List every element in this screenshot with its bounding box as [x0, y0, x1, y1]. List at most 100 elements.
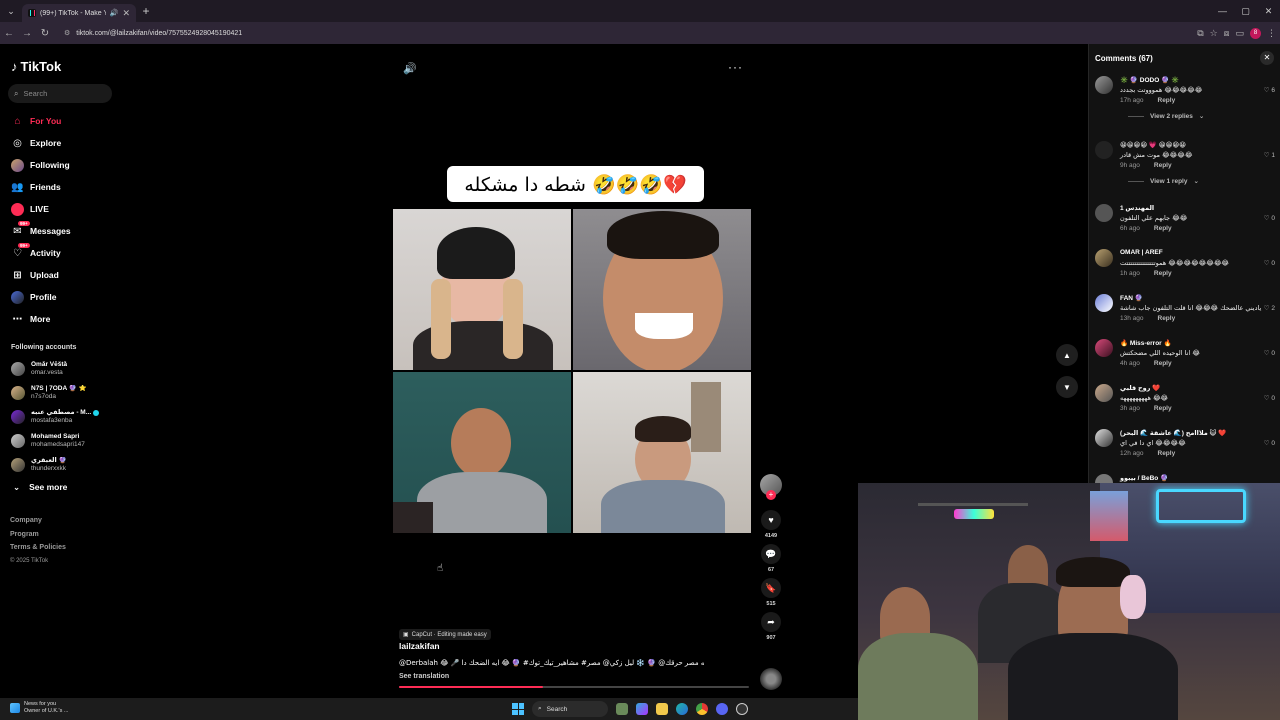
sidebar-item-friends[interactable]: 👥 Friends: [11, 176, 116, 198]
maximize-icon[interactable]: ▢: [1234, 0, 1257, 22]
avatar[interactable]: [1095, 141, 1113, 159]
following-account[interactable]: Ōmår Vēštå omar.vesta: [11, 357, 119, 381]
save-button[interactable]: 🔖 515: [760, 578, 782, 607]
tiktok-logo[interactable]: ♪ TikTok: [11, 59, 61, 74]
comment-author[interactable]: المهندس 1: [1120, 204, 1154, 212]
comment-like-button[interactable]: ♡ 0: [1264, 214, 1275, 222]
reply-button[interactable]: Reply: [1154, 360, 1172, 367]
comment-like-button[interactable]: ♡ 6: [1264, 86, 1275, 94]
sidebar-item-explore[interactable]: ◎ Explore: [11, 132, 116, 154]
sidebar-item-for-you[interactable]: ⌂ For You: [11, 110, 116, 132]
copilot-icon[interactable]: [636, 703, 648, 715]
reply-button[interactable]: Reply: [1158, 450, 1176, 457]
comment-like-button[interactable]: ♡ 0: [1264, 349, 1275, 357]
sidebar-item-live[interactable]: LIVE: [11, 198, 116, 220]
music-disc-icon[interactable]: [760, 668, 782, 690]
comment-like-button[interactable]: ♡ 2: [1264, 304, 1275, 312]
obs-icon[interactable]: [736, 703, 748, 715]
widgets-icon[interactable]: [616, 703, 628, 715]
comment-button[interactable]: 💬 67: [760, 544, 782, 573]
comment-author[interactable]: بيبوو / BeBo 🔮: [1120, 474, 1168, 482]
like-button[interactable]: ♥ 4149: [760, 510, 782, 539]
volume-icon[interactable]: 🔊: [403, 62, 417, 75]
sidebar-item-profile[interactable]: Profile: [11, 286, 116, 308]
install-app-icon[interactable]: ⧉: [1197, 28, 1203, 39]
video-frame[interactable]: [393, 209, 751, 533]
creator-avatar-button[interactable]: +: [760, 474, 782, 500]
discord-icon[interactable]: [716, 703, 728, 715]
new-tab-button[interactable]: +: [136, 4, 156, 18]
reply-button[interactable]: Reply: [1154, 270, 1172, 277]
following-account[interactable]: Mohamed Sapri mohamedsapri147: [11, 429, 119, 453]
bookmark-star-icon[interactable]: ☆: [1210, 28, 1218, 39]
avatar[interactable]: [1095, 294, 1113, 312]
comment-author[interactable]: OMAR | AREF: [1120, 249, 1163, 256]
site-info-icon[interactable]: ⚙: [64, 29, 70, 37]
reply-button[interactable]: Reply: [1154, 162, 1172, 169]
extensions-icon[interactable]: ⧈: [1224, 28, 1230, 39]
reply-button[interactable]: Reply: [1154, 225, 1172, 232]
back-icon[interactable]: ←: [0, 28, 18, 39]
capcut-tag[interactable]: ▣ CapCut · Editing made easy: [399, 623, 491, 641]
sidebar-item-messages[interactable]: ✉ 99+ Messages: [11, 220, 116, 242]
following-account[interactable]: العبقري 🔮 thunderxxkk: [11, 453, 119, 477]
avatar[interactable]: [1095, 249, 1113, 267]
tab-close-icon[interactable]: ✕: [122, 8, 130, 19]
following-account[interactable]: مصطفي عنبه - M... mostafa3enba: [11, 405, 119, 429]
sidebar-item-upload[interactable]: ⊞ Upload: [11, 264, 116, 286]
video-more-options-icon[interactable]: ···: [728, 60, 743, 74]
reply-button[interactable]: Reply: [1154, 405, 1172, 412]
comment-author[interactable]: روح قلبي ❤️: [1120, 384, 1160, 392]
avatar[interactable]: [1095, 339, 1113, 357]
reply-button[interactable]: Reply: [1158, 97, 1176, 104]
reply-button[interactable]: Reply: [1158, 315, 1176, 322]
forward-icon[interactable]: →: [18, 28, 36, 39]
browser-menu-icon[interactable]: ⋮: [1267, 28, 1276, 39]
previous-video-chevron-up-icon[interactable]: ▲: [1056, 344, 1078, 366]
video-author[interactable]: lailzakifan: [399, 641, 440, 651]
search-box[interactable]: ⌕: [8, 84, 112, 103]
view-replies-button[interactable]: View 2 replies ⌄: [1128, 112, 1204, 120]
see-more-button[interactable]: ⌄ See more: [13, 482, 67, 493]
sidebar-item-following[interactable]: Following: [11, 154, 116, 176]
reload-icon[interactable]: ↻: [36, 28, 54, 39]
video-progress-bar[interactable]: [399, 686, 749, 688]
windows-start-icon[interactable]: [512, 703, 524, 715]
url-field[interactable]: ⚙ tiktok.com/@lailzakifan/video/75755249…: [60, 25, 1160, 41]
see-translation-link[interactable]: See translation: [399, 673, 449, 680]
sidebar-item-more[interactable]: ⋯ More: [11, 308, 116, 330]
next-video-chevron-down-icon[interactable]: ▼: [1056, 376, 1078, 398]
footer-link-program[interactable]: Program: [10, 528, 66, 542]
avatar[interactable]: [1095, 384, 1113, 402]
tab-audio-icon[interactable]: 🔊: [110, 9, 119, 17]
sidebar-item-activity[interactable]: ♡ 99+ Activity: [11, 242, 116, 264]
avatar[interactable]: [1095, 429, 1113, 447]
chrome-icon[interactable]: [696, 703, 708, 715]
comment-like-button[interactable]: ♡ 1: [1264, 151, 1275, 159]
comment-author[interactable]: (عاشقة 🌊 البحر 🌊) ملااامح 😺 ❤️: [1120, 429, 1226, 437]
edge-icon[interactable]: [676, 703, 688, 715]
browser-tab-tiktok[interactable]: (99+) TikTok - Make Your D 🔊 ✕: [22, 4, 136, 22]
comment-author[interactable]: 🔥 Miss-error 🔥: [1120, 339, 1172, 347]
following-account[interactable]: N7S | 7ODA 🔮 ⭐ n7s7oda: [11, 381, 119, 405]
sidebar-toggle-icon[interactable]: ▭: [1235, 28, 1244, 39]
comment-author[interactable]: ✳️ 🔮 DODO 🔮 ✳️: [1120, 76, 1179, 84]
view-replies-button[interactable]: View 1 reply ⌄: [1128, 177, 1199, 185]
file-explorer-icon[interactable]: [656, 703, 668, 715]
footer-link-terms[interactable]: Terms & Policies: [10, 541, 66, 555]
avatar[interactable]: [1095, 204, 1113, 222]
taskbar-search[interactable]: ⌕ Search: [532, 701, 608, 717]
comment-author[interactable]: FAN 🔮: [1120, 294, 1143, 302]
close-icon[interactable]: ✕: [1260, 51, 1274, 65]
footer-link-company[interactable]: Company: [10, 514, 66, 528]
news-widget[interactable]: News for you Owner of U.K.'s ...: [10, 701, 68, 715]
comment-author[interactable]: 😀😀😀😀 💗 😀😀😀😀: [1120, 141, 1186, 149]
comment-like-button[interactable]: ♡ 0: [1264, 439, 1275, 447]
share-button[interactable]: ➦ 907: [760, 612, 782, 641]
close-window-icon[interactable]: ✕: [1257, 0, 1280, 22]
avatar[interactable]: [1095, 76, 1113, 94]
follow-plus-icon[interactable]: +: [766, 490, 776, 500]
comment-like-button[interactable]: ♡ 0: [1264, 394, 1275, 402]
browser-profile-avatar[interactable]: 8: [1250, 27, 1261, 39]
minimize-icon[interactable]: —: [1211, 0, 1234, 22]
